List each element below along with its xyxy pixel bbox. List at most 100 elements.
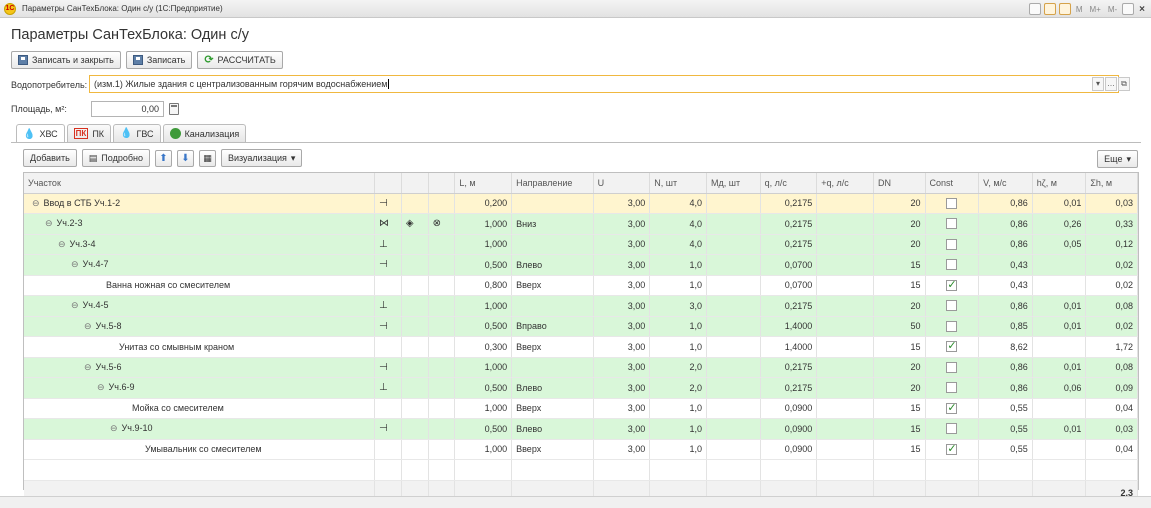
extra-flow-cell[interactable]: [816, 234, 874, 255]
length-cell[interactable]: 0,200: [454, 193, 513, 214]
flow-cell[interactable]: 0,0700: [760, 254, 818, 276]
move-down-button[interactable]: ⬇: [176, 149, 194, 167]
select-ellipsis-icon[interactable]: …: [1105, 77, 1117, 91]
dn-cell[interactable]: 15: [873, 439, 926, 460]
n-cell[interactable]: 1,0: [649, 336, 707, 358]
col-header[interactable]: Участок: [24, 173, 376, 194]
length-cell[interactable]: 1,000: [454, 213, 513, 235]
const-cell[interactable]: [925, 316, 980, 337]
col-header[interactable]: N, шт: [649, 173, 707, 194]
flow-cell[interactable]: 0,0700: [760, 275, 818, 296]
details-button[interactable]: ▤ Подробно: [81, 149, 150, 167]
const-cell[interactable]: [925, 336, 980, 358]
u-cell[interactable]: 3,00: [593, 254, 651, 276]
u-cell[interactable]: 3,00: [593, 193, 651, 214]
extra-flow-cell[interactable]: [816, 418, 874, 440]
md-cell[interactable]: [706, 357, 761, 378]
n-cell[interactable]: 1,0: [649, 316, 707, 337]
length-cell[interactable]: 0,500: [454, 254, 513, 276]
md-cell[interactable]: [706, 377, 761, 399]
collapse-icon[interactable]: ⊖: [71, 300, 79, 310]
const-cell[interactable]: [925, 439, 980, 460]
dn-cell[interactable]: 15: [873, 254, 926, 276]
memory-button[interactable]: M: [1074, 5, 1085, 14]
const-checkbox[interactable]: [946, 238, 958, 250]
table-row[interactable]: Умывальник со смесителем 1,000 Вверх 3,00 1,…: [24, 439, 1138, 460]
calculator-icon[interactable]: [169, 103, 179, 115]
dn-cell[interactable]: 20: [873, 377, 926, 399]
table-row[interactable]: Унитаз со смывным краном 0,300 Вверх 3,00 1,…: [24, 336, 1138, 358]
direction-cell[interactable]: Вниз: [511, 213, 594, 235]
const-cell[interactable]: [925, 295, 980, 317]
direction-cell[interactable]: [511, 234, 594, 255]
u-cell[interactable]: 3,00: [593, 234, 651, 255]
segment-name-cell[interactable]: Унитаз со смывным краном: [24, 336, 376, 358]
tab-sewer[interactable]: Канализация: [162, 124, 247, 142]
flow-cell[interactable]: 0,2175: [760, 213, 818, 235]
save-and-close-button[interactable]: Записать и закрыть: [11, 51, 121, 69]
direction-cell[interactable]: Вверх: [511, 336, 594, 358]
n-cell[interactable]: 2,0: [649, 377, 707, 399]
direction-cell[interactable]: Влево: [511, 254, 594, 276]
collapse-icon[interactable]: ⊖: [32, 198, 40, 208]
open-link-icon[interactable]: ⧉: [1118, 77, 1130, 91]
collapse-icon[interactable]: ⊖: [84, 362, 92, 372]
n-cell[interactable]: 1,0: [649, 418, 707, 440]
extra-flow-cell[interactable]: [816, 254, 874, 276]
const-checkbox[interactable]: [946, 339, 958, 353]
segment-name-cell[interactable]: Ванна ножная со смесителем: [24, 275, 376, 296]
table-row[interactable]: ⊖ Уч.4-7 ⊣ 0,500 Влево 3,00 1,0 0,0700 15 0,43 0,0…: [24, 254, 1138, 276]
col-header[interactable]: [401, 173, 429, 194]
dropdown-icon[interactable]: ▾: [1092, 77, 1104, 91]
direction-cell[interactable]: [511, 295, 594, 317]
direction-cell[interactable]: [511, 357, 594, 378]
calculate-button[interactable]: ⟳ РАССЧИТАТЬ: [197, 51, 283, 69]
const-cell[interactable]: [925, 357, 980, 378]
n-cell[interactable]: 4,0: [649, 213, 707, 235]
dn-cell[interactable]: 20: [873, 213, 926, 235]
dn-cell[interactable]: 20: [873, 295, 926, 317]
const-checkbox[interactable]: [946, 320, 958, 332]
length-cell[interactable]: 1,000: [454, 234, 513, 255]
segment-name-cell[interactable]: ⊖ Уч.2-3: [24, 213, 376, 235]
flow-cell[interactable]: 0,0900: [760, 418, 818, 440]
u-cell[interactable]: 3,00: [593, 295, 651, 317]
dn-cell[interactable]: 50: [873, 316, 926, 337]
const-cell[interactable]: [925, 234, 980, 255]
extra-flow-cell[interactable]: [816, 275, 874, 296]
col-header[interactable]: [374, 173, 402, 194]
direction-cell[interactable]: [511, 193, 594, 214]
const-checkbox[interactable]: [946, 361, 958, 373]
extra-flow-cell[interactable]: [816, 357, 874, 378]
md-cell[interactable]: [706, 418, 761, 440]
length-cell[interactable]: 0,500: [454, 316, 513, 337]
const-cell[interactable]: [925, 275, 980, 296]
flow-cell[interactable]: 0,2175: [760, 295, 818, 317]
table-row[interactable]: ⊖ Уч.5-8 ⊣ 0,500 Вправо 3,00 1,0 1,4000 50 0,85 0,…: [24, 316, 1138, 337]
flow-cell[interactable]: 0,2175: [760, 234, 818, 255]
u-cell[interactable]: 3,00: [593, 418, 651, 440]
const-checkbox[interactable]: [946, 197, 958, 209]
col-header[interactable]: +q, л/с: [816, 173, 874, 194]
length-cell[interactable]: 0,300: [454, 336, 513, 358]
length-cell[interactable]: 1,000: [454, 357, 513, 378]
length-cell[interactable]: 0,500: [454, 377, 513, 399]
length-cell[interactable]: 0,500: [454, 418, 513, 440]
md-cell[interactable]: [706, 439, 761, 460]
dn-cell[interactable]: 15: [873, 336, 926, 358]
collapse-icon[interactable]: ⊖: [58, 239, 66, 249]
extra-flow-cell[interactable]: [816, 439, 874, 460]
segment-name-cell[interactable]: ⊖ Уч.4-7: [24, 254, 376, 276]
calculate-row-button[interactable]: ▦: [198, 149, 216, 167]
col-header[interactable]: Mд, шт: [706, 173, 761, 194]
area-input[interactable]: 0,00: [91, 101, 164, 117]
col-header[interactable]: L, м: [454, 173, 513, 194]
u-cell[interactable]: 3,00: [593, 275, 651, 296]
md-cell[interactable]: [706, 316, 761, 337]
table-row[interactable]: ⊖ Уч.9-10 ⊣ 0,500 Влево 3,00 1,0 0,0900 15 0,55 0,…: [24, 418, 1138, 440]
favorites-icon[interactable]: [1043, 3, 1056, 15]
const-cell[interactable]: [925, 418, 980, 440]
segment-name-cell[interactable]: ⊖ Уч.9-10: [24, 418, 376, 440]
visualization-button[interactable]: Визуализация ▾: [220, 149, 303, 167]
table-row[interactable]: ⊖ Уч.3-4 ⊥ 1,000 3,00 4,0 0,2175 20 0,86 0,05 0,12: [24, 234, 1138, 255]
